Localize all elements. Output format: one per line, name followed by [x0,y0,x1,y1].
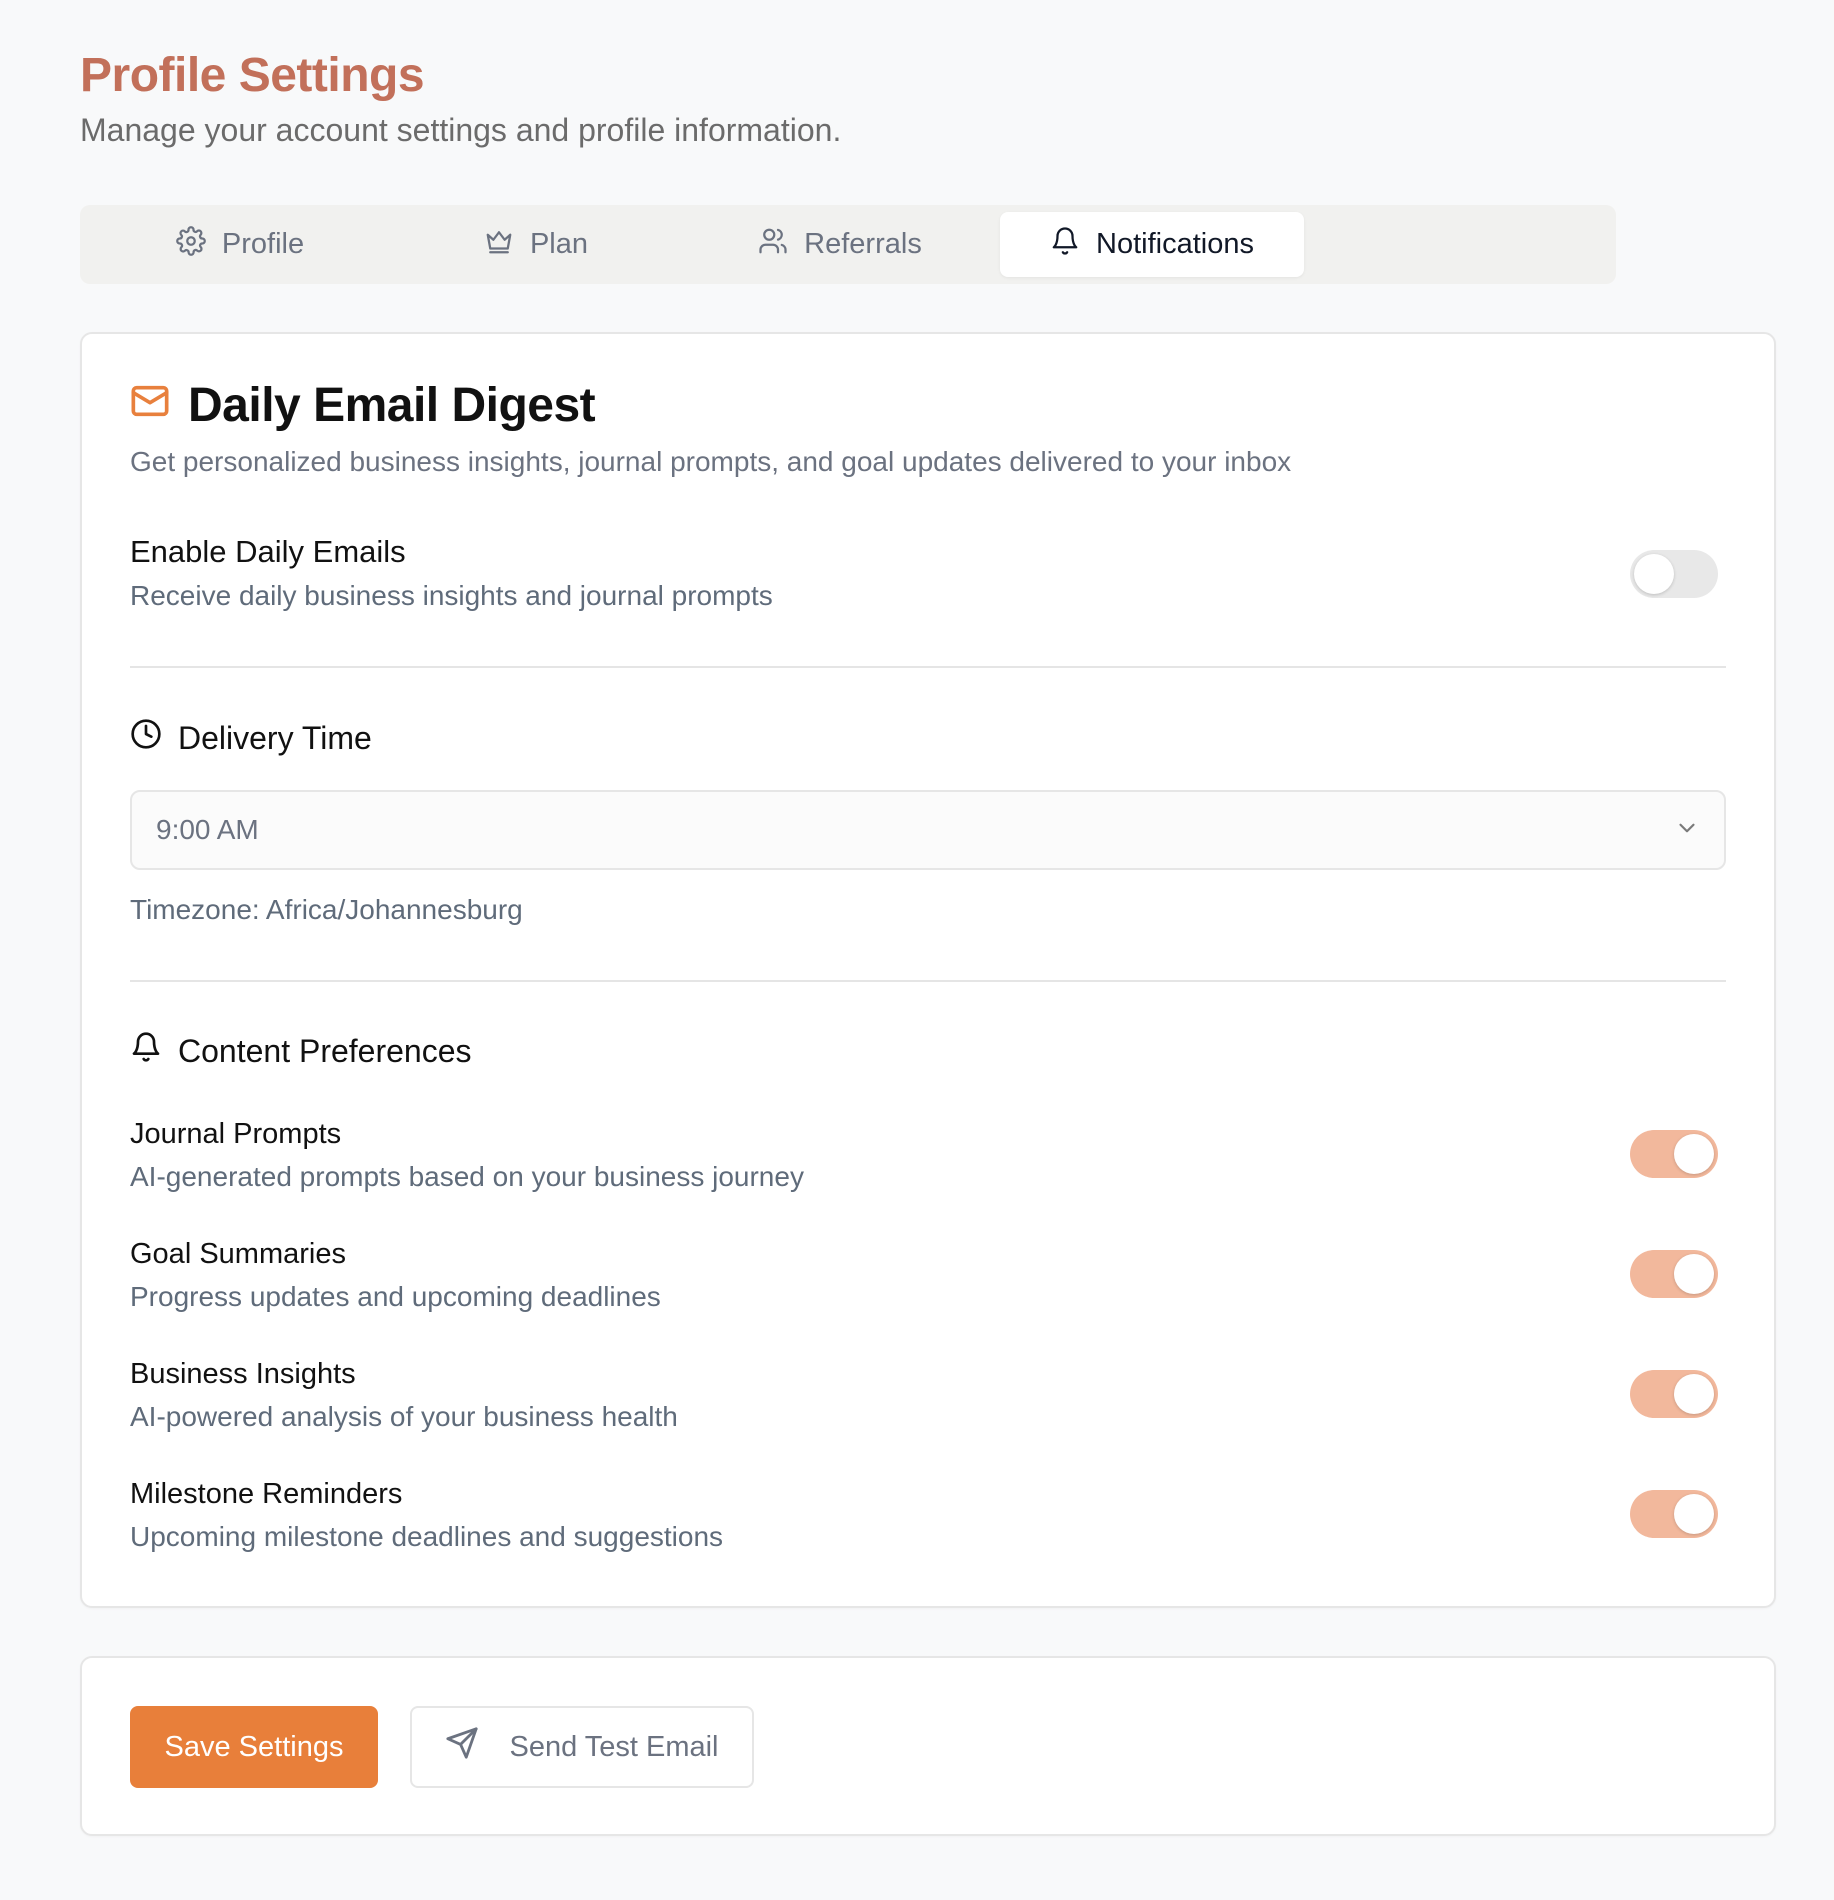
section-title: Content Preferences [178,1032,472,1069]
send-icon [445,1726,479,1768]
setting-title: Journal Prompts [130,1118,342,1150]
tab-label: Plan [529,228,589,260]
delivery-time-select[interactable]: 9:00 AM [130,790,1726,870]
journal-prompts-toggle[interactable] [1630,1130,1718,1178]
digest-heading: Daily Email Digest [130,378,596,433]
enable-daily-emails-row: Enable Daily Emails Receive daily busine… [130,534,773,612]
actions-card: Save Settings Send Test Email [80,1656,1776,1836]
setting-title: Goal Summaries [130,1238,346,1270]
tab-referrals[interactable]: Referrals [688,212,992,277]
tab-notifications[interactable]: Notifications [1000,212,1304,277]
setting-subtitle: Upcoming milestone deadlines and suggest… [130,1521,724,1552]
toggle-knob [1674,1494,1714,1534]
setting-title: Business Insights [130,1358,356,1390]
send-test-email-button[interactable]: Send Test Email [410,1706,754,1788]
tab-profile[interactable]: Profile [80,212,400,277]
toggle-knob [1674,1254,1714,1294]
divider [130,980,1726,982]
page-subtitle: Manage your account settings and profile… [80,112,842,148]
tab-plan[interactable]: Plan [384,212,688,277]
milestone-reminders-row: Milestone Reminders Upcoming milestone d… [130,1478,723,1553]
business-insights-toggle[interactable] [1630,1370,1718,1418]
setting-title: Milestone Reminders [130,1478,403,1510]
setting-subtitle: Progress updates and upcoming deadlines [130,1281,661,1312]
toggle-knob [1634,554,1674,594]
setting-subtitle: Receive daily business insights and jour… [130,580,773,611]
enable-daily-emails-toggle[interactable] [1630,550,1718,598]
business-insights-row: Business Insights AI-powered analysis of… [130,1358,678,1433]
tab-label: Notifications [1096,228,1254,260]
mail-icon [130,378,170,433]
milestone-reminders-toggle[interactable] [1630,1490,1718,1538]
page-title: Profile Settings [80,49,425,102]
settings-tabs: Profile Plan Referrals Notifications [80,205,1616,284]
goal-summaries-toggle[interactable] [1630,1250,1718,1298]
setting-title: Enable Daily Emails [130,534,406,569]
bell-icon [130,1031,162,1071]
users-icon [758,226,788,264]
setting-subtitle: AI-powered analysis of your business hea… [130,1401,678,1432]
setting-subtitle: AI-generated prompts based on your busin… [130,1161,804,1192]
content-preferences-heading: Content Preferences [130,1031,472,1071]
save-settings-button[interactable]: Save Settings [130,1706,378,1788]
daily-email-digest-card: Daily Email Digest Get personalized busi… [80,332,1776,1608]
delivery-time-heading: Delivery Time [130,718,372,758]
digest-title: Daily Email Digest [188,379,596,432]
divider [130,666,1726,668]
goal-summaries-row: Goal Summaries Progress updates and upco… [130,1238,661,1313]
bell-icon [1050,226,1080,264]
toggle-knob [1674,1374,1714,1414]
tab-label: Referrals [804,228,922,260]
selected-time: 9:00 AM [156,814,259,845]
clock-icon [130,718,162,758]
tab-label: Profile [221,228,305,260]
button-label: Send Test Email [509,1730,719,1763]
gear-icon [176,225,206,264]
crown-icon [484,226,514,264]
section-title: Delivery Time [178,719,372,756]
digest-description: Get personalized business insights, jour… [130,446,1292,477]
chevron-down-icon [1674,815,1700,846]
timezone-label: Timezone: Africa/Johannesburg [130,894,523,925]
toggle-knob [1674,1134,1714,1174]
journal-prompts-row: Journal Prompts AI-generated prompts bas… [130,1118,804,1193]
